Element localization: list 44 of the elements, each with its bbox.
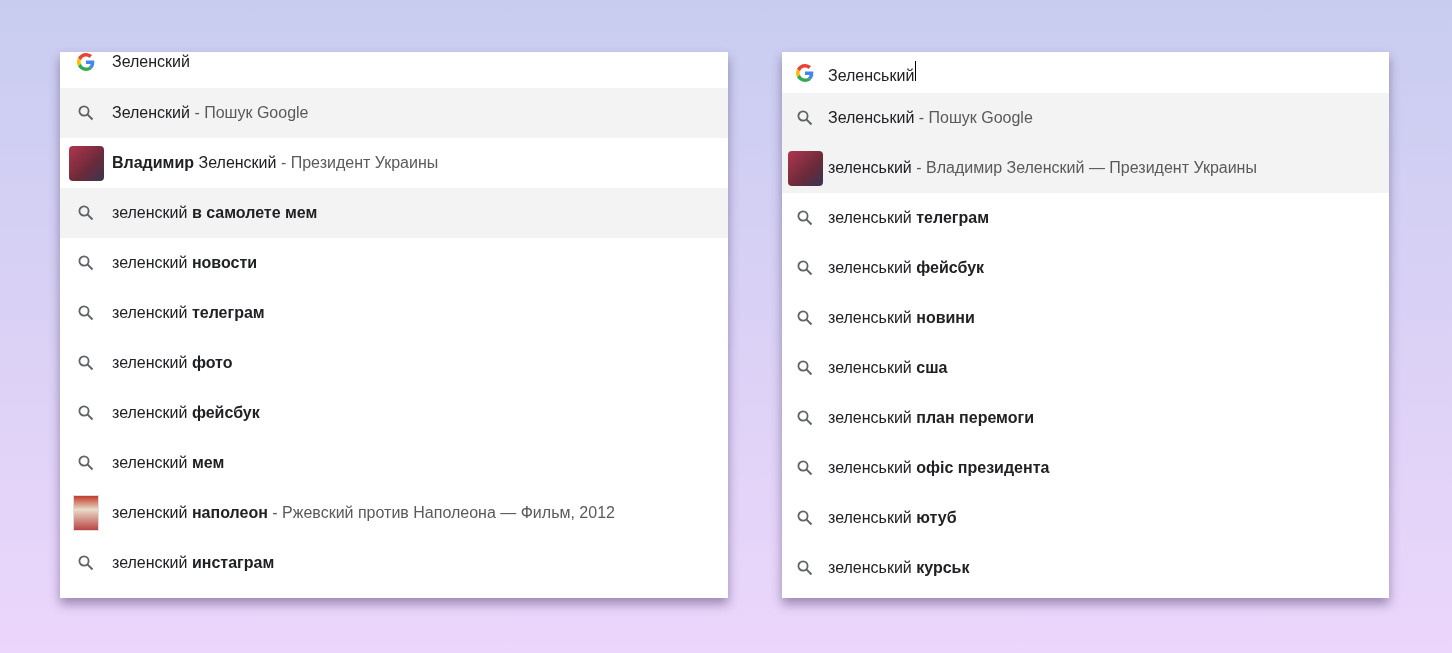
google-logo-icon	[77, 53, 95, 71]
search-field[interactable]: Зеленський	[828, 60, 917, 85]
photo-placeholder	[787, 150, 823, 186]
suggestion-item[interactable]: зеленский фейсбук	[60, 388, 728, 438]
photo-placeholder	[68, 145, 104, 181]
suggestion-item[interactable]: зеленський сша	[782, 343, 1389, 393]
suggestion-item[interactable]: зеленський новини	[782, 293, 1389, 343]
suggestion-item[interactable]: зеленский наполеон - Ржевский против Наполеона — Фильм, 2012	[60, 488, 728, 538]
search-icon	[77, 454, 95, 472]
search-icon	[796, 559, 814, 577]
suggestion-item[interactable]: зеленський телеграм	[782, 193, 1389, 243]
search-icon	[796, 509, 814, 527]
search-icon	[77, 554, 95, 572]
search-icon	[796, 209, 814, 227]
suggestion-item[interactable]: зеленський ютуб	[782, 493, 1389, 543]
suggestion-item[interactable]: зеленский фото	[60, 338, 728, 388]
suggestion-item[interactable]: зеленський план перемоги	[782, 393, 1389, 443]
search-icon	[796, 359, 814, 377]
search-field[interactable]: Зеленский	[112, 53, 190, 71]
suggestion-item[interactable]: Владимир Зеленский - Президент Украины	[60, 138, 728, 188]
suggestion-item[interactable]: зеленский инстаграм	[60, 538, 728, 588]
suggestion-item[interactable]: зеленський офіс президента	[782, 443, 1389, 493]
suggestion-item[interactable]: зеленський - Владимир Зеленский — Президент Украины	[782, 143, 1389, 193]
suggestion-item[interactable]: зеленський курськ	[782, 543, 1389, 593]
suggestion-item[interactable]: зеленский мем	[60, 438, 728, 488]
suggestion-item[interactable]: зеленский в самолете мем	[60, 188, 728, 238]
search-icon	[77, 304, 95, 322]
search-icon	[77, 354, 95, 372]
suggestion-item[interactable]: Зеленский - Пошук Google	[60, 88, 728, 138]
google-logo-icon	[796, 63, 814, 82]
search-icon	[796, 259, 814, 277]
search-icon	[77, 254, 95, 272]
search-icon	[796, 409, 814, 427]
search-icon	[796, 309, 814, 327]
suggestion-item[interactable]: зеленский телеграм	[60, 288, 728, 338]
search-icon	[796, 459, 814, 477]
suggestion-item[interactable]: зеленский новости	[60, 238, 728, 288]
suggestion-item[interactable]: зеленський фейсбук	[782, 243, 1389, 293]
search-icon	[77, 204, 95, 222]
search-icon	[77, 404, 95, 422]
search-icon	[796, 109, 814, 127]
poster-placeholder	[73, 495, 99, 531]
suggestion-item[interactable]: Зеленський - Пошук Google	[782, 93, 1389, 143]
search-icon	[77, 104, 95, 122]
